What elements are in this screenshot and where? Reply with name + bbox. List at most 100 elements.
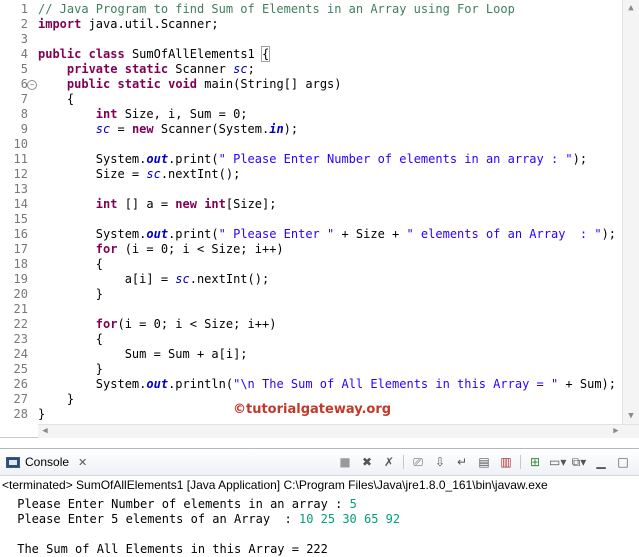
fold-collapse-icon[interactable]: − (27, 80, 37, 90)
open-console-icon[interactable]: ⧉▾ (571, 454, 587, 470)
minimize-icon[interactable]: ▁ (593, 454, 609, 470)
close-icon[interactable]: ✕ (78, 456, 87, 469)
code-token: sc (95, 122, 111, 136)
code-token: } (38, 287, 104, 301)
line-number: 25 (13, 362, 28, 376)
code-line[interactable]: } (38, 362, 103, 377)
scroll-right-icon[interactable]: ▶ (609, 425, 623, 438)
line-number: 4 (20, 47, 28, 61)
code-token: int (204, 197, 226, 211)
show-on-output-icon[interactable]: ▤ (476, 454, 492, 470)
code-line[interactable]: // Java Program to find Sum of Elements … (38, 2, 515, 17)
code-token: int (95, 107, 118, 121)
code-token: " Please Enter Number of elements in an … (218, 152, 573, 166)
console-tab-label: Console (25, 455, 70, 469)
scroll-lock-icon[interactable]: ⇩ (432, 454, 448, 470)
code-token: for (95, 242, 118, 256)
pin-console-icon[interactable]: ⊞ (527, 454, 543, 470)
code-line[interactable]: private static Scanner sc; (38, 62, 255, 77)
line-number: 1 (20, 2, 28, 16)
code-token: public (66, 77, 111, 91)
code-token: Size = (38, 167, 147, 181)
code-token: " elements of an Array : " (406, 227, 602, 241)
remove-all-launches-icon[interactable]: ✗ (381, 454, 397, 470)
code-token: .print( (168, 152, 219, 166)
line-number: 8 (20, 107, 28, 121)
code-line[interactable]: import java.util.Scanner; (38, 17, 219, 32)
line-number: 10 (13, 137, 28, 151)
console-user-input: 10 25 30 65 92 (298, 512, 401, 526)
code-token: (i = 0; i < Size; i++) (117, 317, 277, 331)
code-line[interactable]: sc = new Scanner(System.in); (38, 122, 298, 137)
toolbar-separator (520, 455, 521, 469)
code-editor[interactable]: 1 2 3 4 5 6 7 8 9 10 11 12 13 14 15 16 17 18 19 20 21 22 23 24 2… (0, 0, 639, 438)
code-line[interactable]: { (38, 92, 74, 107)
code-line[interactable]: for (i = 0; i < Size; i++) (38, 242, 284, 257)
clear-console-icon[interactable]: ⎚ (410, 454, 426, 470)
line-number: 14 (13, 197, 28, 211)
code-line[interactable]: } (38, 392, 74, 407)
code-line[interactable]: int Size, i, Sum = 0; (38, 107, 248, 122)
tab-console[interactable]: Console ✕ (2, 451, 93, 473)
code-line[interactable]: public static void main(String[] args) (38, 77, 342, 92)
code-token: } (38, 362, 104, 376)
code-token: Scanner (168, 62, 234, 76)
code-token: "\n The Sum of All Elements in this Arra… (233, 377, 559, 391)
code-token: sc (146, 167, 161, 181)
show-on-error-icon[interactable]: ▥ (498, 454, 514, 470)
word-wrap-icon[interactable]: ↵ (454, 454, 470, 470)
code-token: void (168, 77, 197, 91)
console-icon (6, 456, 20, 468)
line-number: 24 (13, 347, 28, 361)
scroll-down-icon[interactable]: ▼ (623, 408, 639, 424)
code-token: in (269, 122, 284, 136)
remove-launch-icon[interactable]: ✖ (359, 454, 375, 470)
code-token: sc (233, 62, 248, 76)
code-line[interactable]: } (38, 407, 45, 422)
code-line[interactable]: public class SumOfAllElements1 { (38, 46, 271, 62)
code-token: { (38, 92, 75, 106)
console-prompt: The Sum of All Elements in this Array = … (10, 542, 328, 556)
code-token: { (38, 257, 104, 271)
code-token: new (175, 197, 197, 211)
line-number: 5 (20, 62, 28, 76)
code-line[interactable]: { (38, 257, 103, 272)
code-token: out (146, 377, 169, 391)
display-console-icon[interactable]: ▭▾ (549, 454, 566, 470)
code-token: out (146, 227, 169, 241)
code-line[interactable]: Size = sc.nextInt(); (38, 167, 241, 182)
code-line[interactable]: { (38, 332, 103, 347)
code-token: ); (601, 227, 617, 241)
code-token: { (260, 46, 271, 62)
code-area[interactable]: // Java Program to find Sum of Elements … (38, 0, 623, 424)
code-line[interactable]: for(i = 0; i < Size; i++) (38, 317, 277, 332)
code-token: .nextInt(); (189, 272, 270, 286)
code-line[interactable]: } (38, 287, 103, 302)
code-line[interactable]: int [] a = new int[Size]; (38, 197, 277, 212)
scroll-left-icon[interactable]: ◀ (38, 425, 52, 438)
console-line: The Sum of All Elements in this Array = … (10, 542, 328, 557)
maximize-icon[interactable]: □ (615, 454, 631, 470)
scroll-up-icon[interactable]: ▲ (623, 0, 639, 16)
code-line[interactable]: System.out.print(" Please Enter " + Size… (38, 227, 616, 242)
code-token: " Please Enter " (218, 227, 335, 241)
code-token: } (38, 392, 75, 406)
horizontal-scrollbar[interactable]: ◀ ▶ (38, 424, 639, 438)
line-number: 23 (13, 332, 28, 346)
code-line[interactable]: a[i] = sc.nextInt(); (38, 272, 270, 287)
code-line[interactable]: Sum = Sum + a[i]; (38, 347, 248, 362)
line-number: 13 (13, 182, 28, 196)
console-line: Please Enter Number of elements in an ar… (10, 497, 357, 512)
code-token: { (38, 332, 104, 346)
code-line[interactable]: System.out.print(" Please Enter Number o… (38, 152, 587, 167)
line-number: 18 (13, 257, 28, 271)
terminate-icon[interactable]: ■ (337, 454, 353, 470)
code-token: System. (38, 227, 147, 241)
code-line[interactable]: System.out.println("\n The Sum of All El… (38, 377, 616, 392)
vertical-scrollbar[interactable]: ▲ ▼ (622, 0, 639, 424)
